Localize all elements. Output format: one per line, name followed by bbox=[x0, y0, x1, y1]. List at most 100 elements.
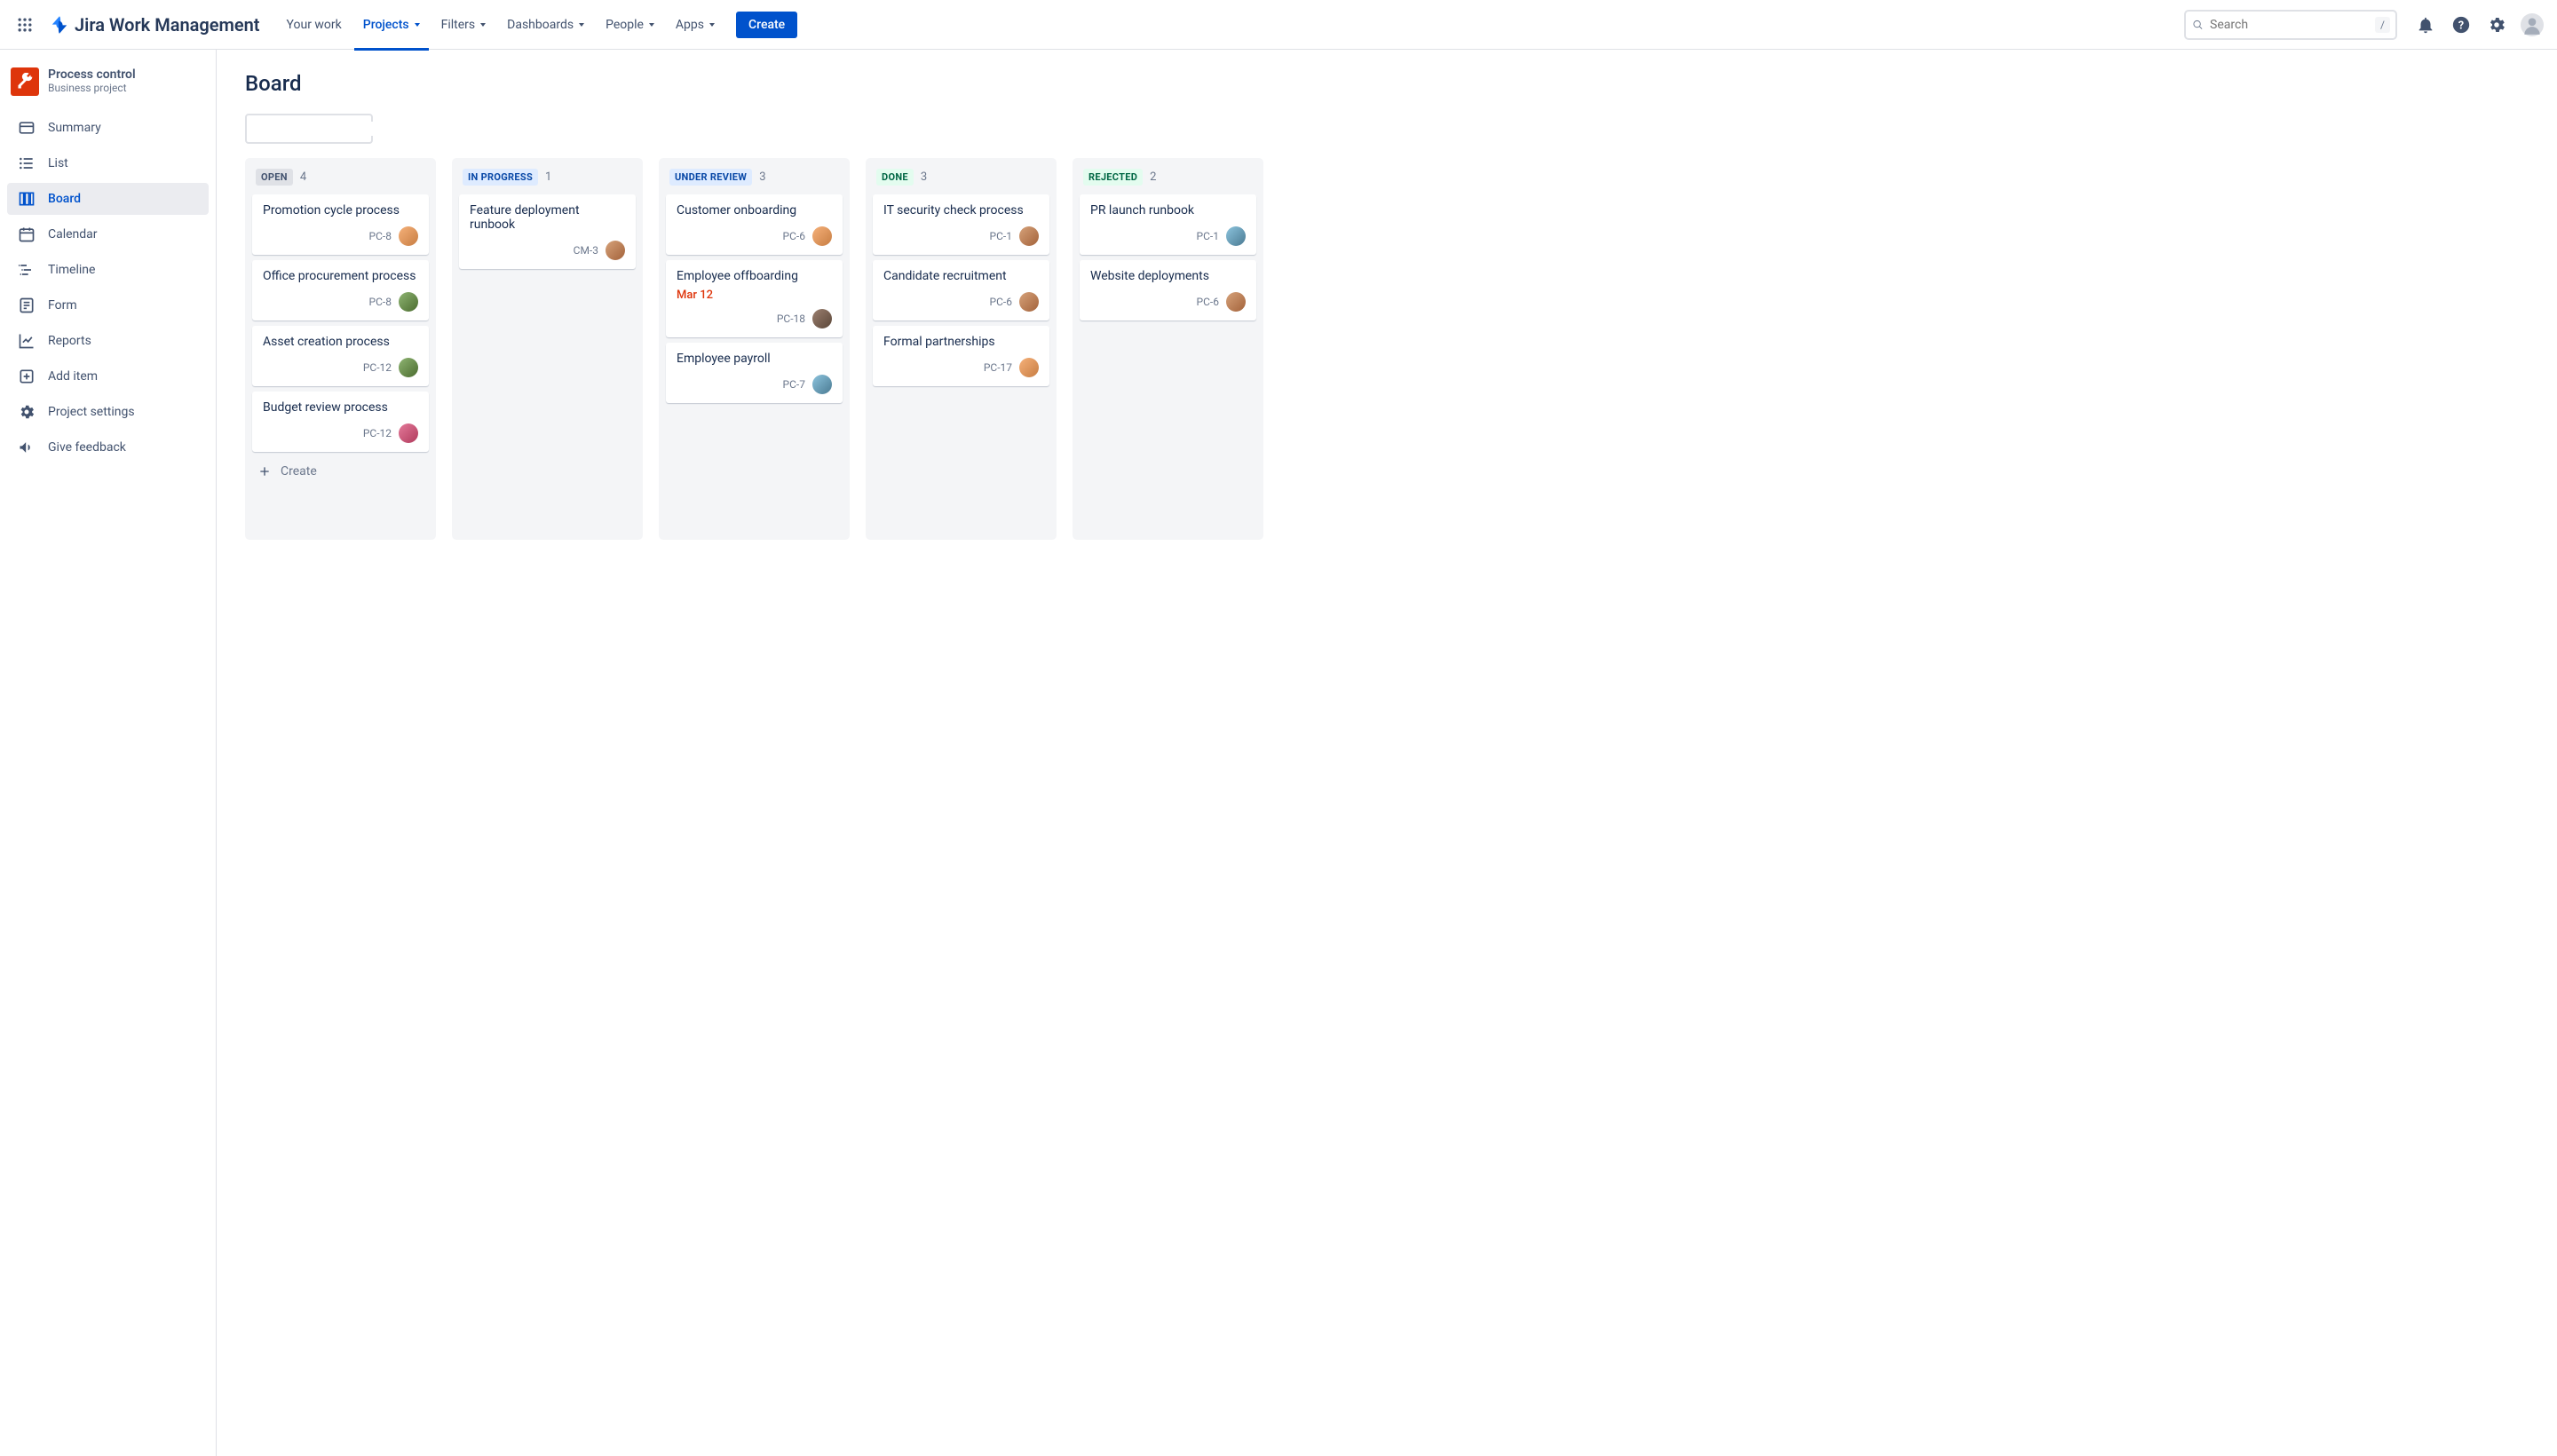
column-count: 1 bbox=[545, 170, 551, 184]
chevron-down-icon bbox=[649, 23, 654, 27]
help-button[interactable]: ? bbox=[2447, 11, 2475, 39]
card[interactable]: Employee offboardingMar 12PC-18 bbox=[666, 260, 843, 337]
column-header[interactable]: DONE 3 bbox=[873, 165, 1049, 194]
search-box[interactable]: / bbox=[2184, 10, 2397, 40]
avatar[interactable] bbox=[1226, 226, 1246, 246]
column-count: 3 bbox=[921, 170, 927, 184]
nav-items: Your work Projects Filters Dashboards Pe… bbox=[278, 12, 724, 37]
card-key: PC-8 bbox=[369, 296, 392, 308]
column-title: REJECTED bbox=[1083, 169, 1143, 186]
sidebar-item-list[interactable]: List bbox=[7, 147, 209, 179]
card[interactable]: Customer onboardingPC-6 bbox=[666, 194, 843, 255]
card[interactable]: Promotion cycle process PC-8 bbox=[252, 194, 429, 255]
card-key: CM-3 bbox=[574, 244, 598, 257]
card-date: Mar 12 bbox=[677, 289, 832, 302]
column-title: DONE bbox=[876, 169, 914, 186]
sidebar-item-summary[interactable]: Summary bbox=[7, 112, 209, 144]
card[interactable]: Feature deployment runbook CM-3 bbox=[459, 194, 636, 269]
avatar[interactable] bbox=[606, 241, 625, 260]
card-footer: PC-12 bbox=[263, 358, 418, 377]
avatar[interactable] bbox=[812, 309, 832, 328]
sidebar-item-give-feedback[interactable]: Give feedback bbox=[7, 431, 209, 463]
sidebar-item-board[interactable]: Board bbox=[7, 183, 209, 215]
profile-button[interactable] bbox=[2518, 11, 2546, 39]
summary-icon bbox=[18, 119, 36, 137]
create-button[interactable]: Create bbox=[736, 12, 797, 38]
avatar[interactable] bbox=[399, 226, 418, 246]
nav-dashboards[interactable]: Dashboards bbox=[498, 12, 593, 37]
card-key: PC-12 bbox=[363, 427, 392, 439]
main-content: Board OPEN4Promotion cycle processPC-8Of… bbox=[217, 50, 2557, 1456]
column-header[interactable]: REJECTED2 bbox=[1080, 165, 1256, 194]
card-footer: PC-6 bbox=[883, 292, 1039, 312]
create-card-label: Create bbox=[281, 464, 317, 479]
project-type: Business project bbox=[48, 82, 136, 94]
avatar[interactable] bbox=[812, 226, 832, 246]
card[interactable]: Employee payrollPC-7 bbox=[666, 343, 843, 403]
nav-filters[interactable]: Filters bbox=[432, 12, 495, 37]
sidebar-item-calendar[interactable]: Calendar bbox=[7, 218, 209, 250]
column-title: IN PROGRESS bbox=[463, 169, 538, 186]
avatar[interactable] bbox=[1019, 358, 1039, 377]
column-rejected: REJECTED2PR launch runbookPC-1Website de… bbox=[1073, 158, 1263, 540]
chevron-down-icon bbox=[480, 23, 486, 27]
product-logo-link[interactable]: Jira Work Management bbox=[43, 14, 267, 36]
column-count: 3 bbox=[759, 170, 765, 184]
column-title: OPEN bbox=[256, 169, 293, 186]
card-title: Feature deployment runbook bbox=[470, 203, 625, 232]
sidebar-item-label: Calendar bbox=[48, 227, 98, 241]
card[interactable]: PR launch runbookPC-1 bbox=[1080, 194, 1256, 255]
sidebar-item-form[interactable]: Form bbox=[7, 289, 209, 321]
column-header[interactable]: IN PROGRESS 1 bbox=[459, 165, 636, 194]
card-key: PC-6 bbox=[783, 230, 805, 242]
column-count: 4 bbox=[300, 170, 306, 184]
project-settings-icon bbox=[18, 403, 36, 421]
avatar[interactable] bbox=[399, 292, 418, 312]
avatar[interactable] bbox=[1019, 226, 1039, 246]
bell-icon bbox=[2416, 15, 2435, 35]
card[interactable]: Asset creation processPC-12 bbox=[252, 326, 429, 386]
card[interactable]: Website deploymentsPC-6 bbox=[1080, 260, 1256, 320]
card-key: PC-6 bbox=[990, 296, 1012, 308]
avatar[interactable] bbox=[1019, 292, 1039, 312]
gear-icon bbox=[2487, 15, 2506, 35]
nav-your-work[interactable]: Your work bbox=[278, 12, 351, 37]
app-switcher-button[interactable] bbox=[11, 11, 39, 39]
sidebar-item-label: Add item bbox=[48, 369, 98, 384]
column-header[interactable]: OPEN 4 bbox=[252, 165, 429, 194]
board-search[interactable] bbox=[245, 114, 373, 144]
project-header[interactable]: Process control Business project bbox=[7, 64, 209, 112]
sidebar-item-add-item[interactable]: Add item bbox=[7, 360, 209, 392]
card-footer: CM-3 bbox=[470, 241, 625, 260]
sidebar-item-project-settings[interactable]: Project settings bbox=[7, 396, 209, 428]
avatar[interactable] bbox=[399, 423, 418, 443]
board-search-input[interactable] bbox=[259, 122, 417, 136]
sidebar: Process control Business project Summary… bbox=[0, 50, 217, 1456]
nav-projects[interactable]: Projects bbox=[354, 12, 429, 37]
search-input[interactable] bbox=[2203, 18, 2375, 32]
column-inprogress: IN PROGRESS 1 Feature deployment runbook CM… bbox=[452, 158, 643, 540]
card-title: PR launch runbook bbox=[1090, 203, 1246, 218]
column-header[interactable]: UNDER REVIEW3 bbox=[666, 165, 843, 194]
card[interactable]: Budget review processPC-12 bbox=[252, 392, 429, 452]
card[interactable]: IT security check processPC-1 bbox=[873, 194, 1049, 255]
card-footer: PC-12 bbox=[263, 423, 418, 443]
nav-apps[interactable]: Apps bbox=[667, 12, 724, 37]
create-card-button[interactable]: Create bbox=[252, 457, 429, 486]
card[interactable]: Candidate recruitmentPC-6 bbox=[873, 260, 1049, 320]
avatar[interactable] bbox=[399, 358, 418, 377]
card[interactable]: Formal partnershipsPC-17 bbox=[873, 326, 1049, 386]
list-icon bbox=[18, 154, 36, 172]
wrench-icon bbox=[16, 73, 34, 91]
card-footer: PC-1 bbox=[883, 226, 1039, 246]
nav-people[interactable]: People bbox=[597, 12, 663, 37]
notifications-button[interactable] bbox=[2411, 11, 2440, 39]
card-footer: PC-8 bbox=[263, 226, 418, 246]
sidebar-item-timeline[interactable]: Timeline bbox=[7, 254, 209, 286]
avatar[interactable] bbox=[812, 375, 832, 394]
card[interactable]: Office procurement processPC-8 bbox=[252, 260, 429, 320]
settings-button[interactable] bbox=[2482, 11, 2511, 39]
avatar[interactable] bbox=[1226, 292, 1246, 312]
card-title: Promotion cycle process bbox=[263, 203, 418, 218]
sidebar-item-reports[interactable]: Reports bbox=[7, 325, 209, 357]
